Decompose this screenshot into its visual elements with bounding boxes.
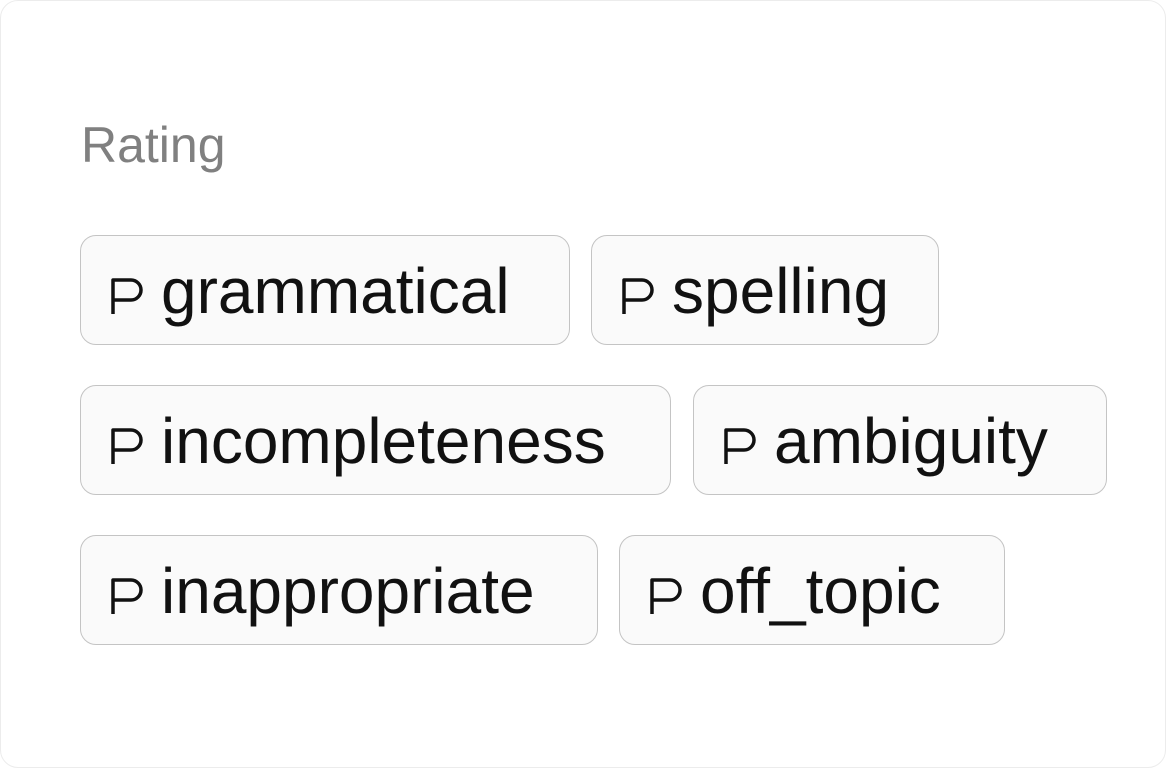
tag-chip-off-topic[interactable]: off_topic <box>619 535 1005 645</box>
tag-label: off_topic <box>700 555 941 627</box>
tag-chip-grammatical[interactable]: grammatical <box>80 235 570 345</box>
flag-icon <box>109 426 145 466</box>
tag-label: ambiguity <box>774 405 1048 477</box>
tag-label: grammatical <box>161 255 510 327</box>
tag-label: spelling <box>672 255 890 327</box>
flag-icon <box>648 576 684 616</box>
flag-icon <box>620 276 656 316</box>
rating-panel: Rating grammatical spelling incompletene… <box>0 0 1166 768</box>
tag-chip-inappropriate[interactable]: inappropriate <box>80 535 598 645</box>
tag-chip-ambiguity[interactable]: ambiguity <box>693 385 1107 495</box>
tag-label: incompleteness <box>161 405 606 477</box>
flag-icon <box>109 576 145 616</box>
flag-icon <box>109 276 145 316</box>
tag-chip-spelling[interactable]: spelling <box>591 235 939 345</box>
tag-chip-incompleteness[interactable]: incompleteness <box>80 385 671 495</box>
tag-label: inappropriate <box>161 555 535 627</box>
flag-icon <box>722 426 758 466</box>
section-label-rating: Rating <box>81 117 226 173</box>
